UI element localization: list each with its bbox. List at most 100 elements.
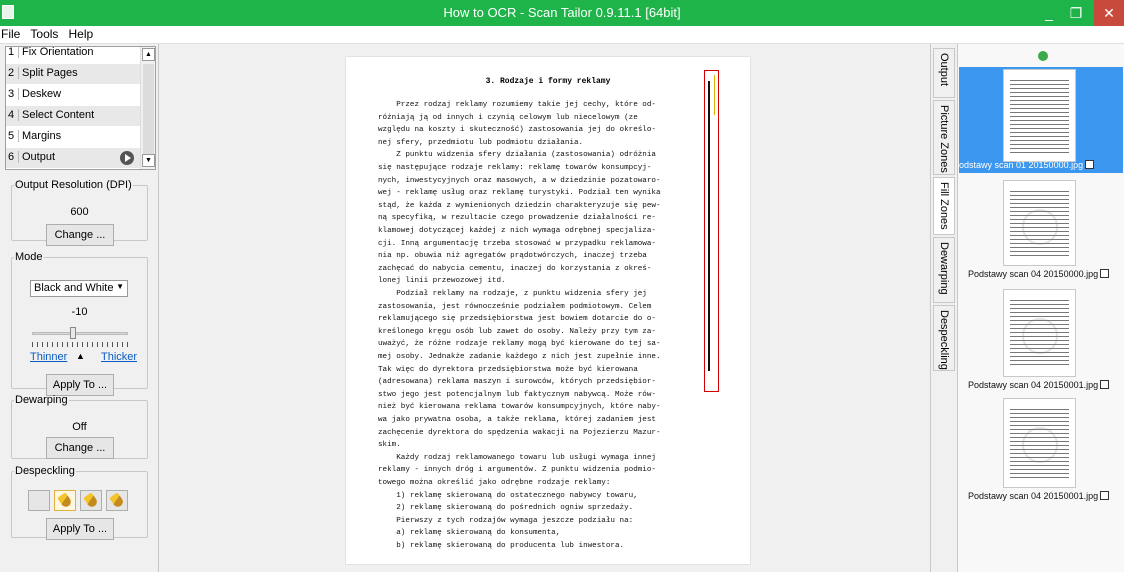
thumbnail-text-stroke bbox=[1010, 421, 1069, 422]
scroll-down-icon[interactable]: ▼ bbox=[142, 154, 155, 167]
thumbnail-text-stroke bbox=[1010, 449, 1069, 450]
dewarping-group: Dewarping Off Change ... bbox=[11, 394, 148, 459]
text-line: 1) reklamę skierowaną do ostatecznego na… bbox=[378, 491, 638, 500]
thinner-link[interactable]: Thinner bbox=[30, 351, 67, 363]
maximize-button[interactable]: ❐ bbox=[1061, 0, 1091, 26]
thumbnail-text-stroke bbox=[1010, 433, 1069, 434]
thumbnail-text-stroke bbox=[1010, 300, 1069, 301]
stage-label: Fix Orientation bbox=[22, 46, 94, 58]
thumbnail-item[interactable]: Podstawy scan 04 20150001.jpg bbox=[959, 398, 1123, 503]
text-line: nych, inwestycyjnych oraz masowych, a w … bbox=[378, 176, 661, 185]
thumbnail-item[interactable]: Podstawy scan 04 20150001.jpg bbox=[959, 289, 1123, 390]
text-line: różniają ją od innych i czynią celowym l… bbox=[378, 113, 638, 122]
fill-zone-highlight bbox=[714, 75, 715, 115]
thumbnail-text-stroke bbox=[1010, 80, 1069, 81]
thumbnail-text-stroke bbox=[1010, 445, 1069, 446]
thumbnail-text-stroke bbox=[1010, 140, 1069, 141]
tab-output[interactable]: Output bbox=[933, 48, 955, 98]
text-line: Pierwszy z tych rodzajów wymaga jeszcze … bbox=[378, 516, 634, 525]
stage-label: Deskew bbox=[22, 88, 62, 100]
thumbnail-text-stroke bbox=[1010, 92, 1069, 93]
text-line: Podział reklamy na rodzaje, z punktu wid… bbox=[378, 290, 647, 298]
thumbnail-text-stroke bbox=[1010, 477, 1069, 478]
thumbnail-text-stroke bbox=[1010, 336, 1069, 337]
stage-deskew[interactable]: 3 Deskew bbox=[6, 85, 140, 106]
menu-help[interactable]: Help bbox=[67, 26, 95, 41]
threshold-slider-track[interactable] bbox=[32, 332, 128, 335]
despeckle-cautious-button[interactable] bbox=[54, 490, 76, 511]
text-line: wej - reklamę usług oraz reklamę turysty… bbox=[378, 189, 661, 198]
image-view[interactable]: 3. Rodzaje i formy reklamy Przez rodzaj … bbox=[160, 44, 930, 572]
mode-legend: Mode bbox=[15, 251, 43, 263]
thumbnail-text-stroke bbox=[1010, 112, 1069, 113]
despeckle-off-button[interactable] bbox=[28, 490, 50, 511]
thumbnail-text-stroke bbox=[1010, 312, 1069, 313]
apply-despeckling-button[interactable]: Apply To ... bbox=[46, 518, 114, 540]
thumbnail-text-stroke bbox=[1010, 251, 1069, 252]
stage-margins[interactable]: 5 Margins bbox=[6, 127, 140, 148]
text-line: nej sfery, przedmiotu lub podmiotu dział… bbox=[378, 138, 584, 147]
thumbnail-item[interactable]: Podstawy scan 04 20150000.jpg bbox=[959, 180, 1123, 280]
fill-zone[interactable] bbox=[704, 70, 719, 392]
thumbnail-text-stroke bbox=[1010, 120, 1069, 121]
stage-label: Margins bbox=[22, 130, 62, 142]
thumbnail-caption: Podstawy scan 04 20150001.jpg bbox=[968, 491, 1110, 501]
thumbnail-text-stroke bbox=[1010, 203, 1069, 204]
thumbnail-text-stroke bbox=[1010, 441, 1069, 442]
thumbnail-text-stroke bbox=[1010, 437, 1069, 438]
threshold-slider-handle[interactable] bbox=[70, 327, 76, 339]
stage-number: 5 bbox=[7, 130, 19, 142]
stage-split-pages[interactable]: 2 Split Pages bbox=[6, 64, 140, 85]
thumbnail-text-stroke bbox=[1010, 461, 1069, 462]
close-button[interactable]: ✕ bbox=[1094, 0, 1124, 26]
thicker-link[interactable]: Thicker bbox=[101, 351, 137, 363]
thumbnail-text-stroke bbox=[1010, 152, 1069, 153]
stage-number: 2 bbox=[7, 67, 19, 79]
mode-selected: Black and White bbox=[34, 282, 114, 294]
text-line: Przez rodzaj reklamy rozumiemy takie jej… bbox=[378, 101, 656, 109]
text-line: towego można określić jako odrębne rodza… bbox=[378, 479, 611, 487]
thumbnail-item[interactable]: odstawy scan 01 20150000.jpg bbox=[959, 67, 1123, 173]
thumbnail-text-stroke bbox=[1010, 88, 1069, 89]
thumbnail-text-stroke bbox=[1010, 195, 1069, 196]
tab-fill-zones[interactable]: Fill Zones bbox=[933, 177, 955, 235]
menu-tools[interactable]: Tools bbox=[29, 26, 60, 41]
despeckle-normal-button[interactable] bbox=[80, 490, 102, 511]
thumbnail-text-stroke bbox=[1010, 364, 1069, 365]
tab-despeckling[interactable]: Despeckling bbox=[933, 305, 955, 371]
tab-picture-zones[interactable]: Picture Zones bbox=[933, 100, 955, 175]
minimize-button[interactable]: _ bbox=[1034, 0, 1064, 26]
stage-select-content[interactable]: 4 Select Content bbox=[6, 106, 140, 127]
play-icon[interactable] bbox=[120, 151, 134, 165]
text-line: zachęcać do nabycia cementu, inaczej do … bbox=[378, 264, 652, 273]
despeckling-legend: Despeckling bbox=[15, 465, 75, 477]
thumbnail-text-stroke bbox=[1010, 191, 1069, 192]
refresh-icon[interactable] bbox=[1038, 51, 1048, 61]
text-line: nież być kierowana reklama towarów konsu… bbox=[378, 403, 661, 412]
title-bar: How to OCR - Scan Tailor 0.9.11.1 [64bit… bbox=[0, 0, 1124, 26]
mode-select[interactable]: Black and White ▼ bbox=[30, 280, 128, 297]
page-layout-icon bbox=[1085, 160, 1095, 169]
chevron-down-icon: ▼ bbox=[116, 282, 124, 291]
despeckle-aggressive-button[interactable] bbox=[106, 490, 128, 511]
stage-fix-orientation[interactable]: 1 Fix Orientation bbox=[6, 46, 140, 64]
brush-icon bbox=[109, 492, 125, 509]
thumbnail-text-stroke bbox=[1010, 409, 1069, 410]
change-dpi-button[interactable]: Change ... bbox=[46, 224, 114, 246]
thumbnail-text-stroke bbox=[1010, 84, 1069, 85]
stage-label: Select Content bbox=[22, 109, 95, 121]
thumbnail-text-stroke bbox=[1010, 473, 1069, 474]
apply-mode-button[interactable]: Apply To ... bbox=[46, 374, 114, 396]
thumbnail-caption: Podstawy scan 04 20150000.jpg bbox=[968, 269, 1110, 279]
stage-list-scrollbar[interactable]: ▲ ▼ bbox=[140, 47, 155, 169]
thumbnail-text-stroke bbox=[1010, 340, 1069, 341]
stage-output[interactable]: 6 Output bbox=[6, 148, 140, 169]
tab-dewarping[interactable]: Dewarping bbox=[933, 237, 955, 303]
text-line: ną specyfiką, w rezultacie czego prowadz… bbox=[378, 214, 656, 223]
change-dewarping-button[interactable]: Change ... bbox=[46, 437, 114, 459]
scroll-thumb[interactable] bbox=[143, 64, 154, 154]
text-line: zachęcenie dyrektora do spędzenia wakacj… bbox=[378, 428, 661, 437]
scroll-up-icon[interactable]: ▲ bbox=[142, 48, 155, 61]
menu-file[interactable]: File bbox=[0, 26, 22, 41]
thumbnail-image bbox=[1003, 289, 1076, 377]
